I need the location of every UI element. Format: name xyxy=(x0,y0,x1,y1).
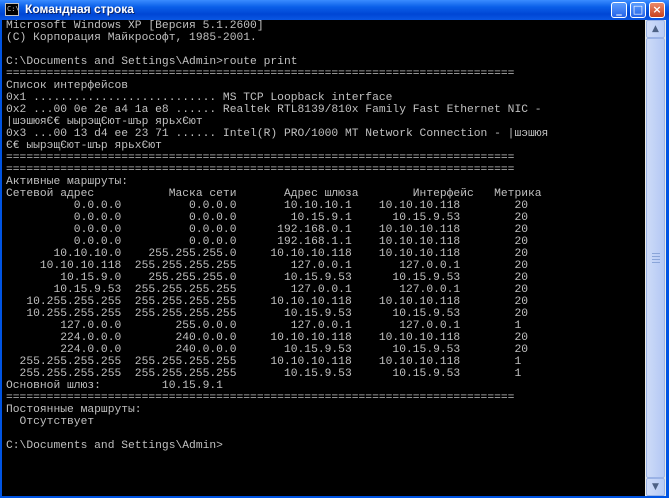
console-line: 10.15.9.0 255.255.255.0 10.15.9.53 10.15… xyxy=(6,272,529,284)
cmd-icon[interactable]: C:\ xyxy=(5,3,20,16)
console-text: Microsoft Windows XP [Версия 5.1.2600] (… xyxy=(2,20,645,452)
console-line: Microsoft Windows XP [Версия 5.1.2600] xyxy=(6,20,264,32)
scroll-down-button[interactable]: ▼ xyxy=(646,478,665,496)
console-line: 224.0.0.0 240.0.0.0 10.15.9.53 10.15.9.5… xyxy=(6,344,529,356)
console-line: 0.0.0.0 0.0.0.0 192.168.0.1 10.10.10.118… xyxy=(6,224,529,236)
console-line: 10.10.10.118 255.255.255.255 127.0.0.1 1… xyxy=(6,260,529,272)
console-line: 0x3 ...00 13 d4 ee 23 71 ...... Intel(R)… xyxy=(6,128,549,140)
console-window: C:\ Командная строка _ □ × Microsoft Win… xyxy=(0,0,669,498)
console-line: 224.0.0.0 240.0.0.0 10.10.10.118 10.10.1… xyxy=(6,332,529,344)
console-line: 0.0.0.0 0.0.0.0 10.10.10.1 10.10.10.118 … xyxy=(6,200,529,212)
minimize-button[interactable]: _ xyxy=(611,2,627,18)
scroll-up-button[interactable]: ▲ xyxy=(646,20,665,38)
console-line: Основной шлюз: 10.15.9.1 xyxy=(6,380,223,392)
console-line: Є€ ыырэщЄют-шър ярьхЄют xyxy=(6,140,162,152)
console-line: Постоянные маршруты: xyxy=(6,404,142,416)
scroll-thumb[interactable] xyxy=(646,38,665,478)
console-line: 0x1 ........................... MS TCP L… xyxy=(6,92,393,104)
maximize-button[interactable]: □ xyxy=(630,2,646,18)
console-line: 10.255.255.255 255.255.255.255 10.10.10.… xyxy=(6,296,529,308)
grip-line xyxy=(652,262,660,263)
console-line: ========================================… xyxy=(6,164,515,176)
console-line: Активные маршруты: xyxy=(6,176,129,188)
console-line: (С) Корпорация Майкрософт, 1985-2001. xyxy=(6,32,257,44)
console-line: C:\Documents and Settings\Admin>route pr… xyxy=(6,56,298,68)
console-line: Сетевой адрес Маска сети Адрес шлюза Инт… xyxy=(6,188,542,200)
grip-line xyxy=(652,256,660,257)
console-line: ========================================… xyxy=(6,68,515,80)
console-line: 10.15.9.53 255.255.255.255 127.0.0.1 127… xyxy=(6,284,529,296)
vertical-scrollbar[interactable]: ▲ ▼ xyxy=(645,20,666,496)
window-title: Командная строка xyxy=(25,2,134,16)
console-line: Отсутствует xyxy=(6,416,95,428)
console-line: 0.0.0.0 0.0.0.0 192.168.1.1 10.10.10.118… xyxy=(6,236,529,248)
console-line: 10.10.10.0 255.255.255.0 10.10.10.118 10… xyxy=(6,248,529,260)
console-line: 10.255.255.255 255.255.255.255 10.15.9.5… xyxy=(6,308,529,320)
console-line: 255.255.255.255 255.255.255.255 10.10.10… xyxy=(6,356,522,368)
console-line: ========================================… xyxy=(6,152,515,164)
console-line: 255.255.255.255 255.255.255.255 10.15.9.… xyxy=(6,368,522,380)
console-line: 0x2 ...00 0e 2e a4 1a e8 ...... Realtek … xyxy=(6,104,542,116)
close-button[interactable]: × xyxy=(649,2,665,18)
console-line: ========================================… xyxy=(6,392,515,404)
console-line: Список интерфейсов xyxy=(6,80,129,92)
grip-line xyxy=(652,259,660,260)
console-line: 0.0.0.0 0.0.0.0 10.15.9.1 10.15.9.53 20 xyxy=(6,212,529,224)
console-output[interactable]: Microsoft Windows XP [Версия 5.1.2600] (… xyxy=(2,20,645,496)
console-line: 127.0.0.0 255.0.0.0 127.0.0.1 127.0.0.1 … xyxy=(6,320,522,332)
grip-line xyxy=(652,253,660,254)
console-line: |шэшюяЄ€ ыырэщЄют-шър ярьхЄют xyxy=(6,116,203,128)
console-line: C:\Documents and Settings\Admin> xyxy=(6,440,223,452)
title-bar[interactable]: C:\ Командная строка _ □ × xyxy=(0,0,669,20)
